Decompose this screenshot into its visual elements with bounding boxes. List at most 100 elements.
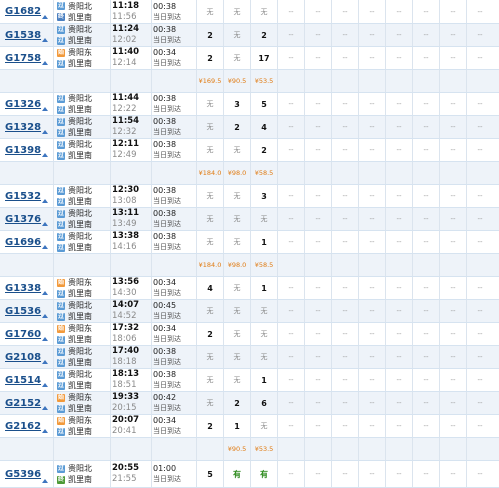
seat-availability[interactable]: 无	[224, 369, 250, 391]
seat-availability[interactable]: 无	[197, 116, 223, 138]
pass-station-icon: 过	[57, 117, 65, 126]
train-number-link[interactable]: G1760	[5, 329, 41, 340]
expand-stops-icon[interactable]	[42, 61, 48, 65]
seat-availability[interactable]: 无	[251, 208, 277, 230]
seat-availability[interactable]: 2	[224, 392, 250, 414]
seat-availability[interactable]: 1	[224, 415, 250, 437]
train-number-link[interactable]: G1328	[5, 122, 41, 133]
seat-availability[interactable]: 无	[197, 93, 223, 115]
expand-stops-icon[interactable]	[42, 314, 48, 318]
seat-availability[interactable]: 无	[224, 346, 250, 368]
seat-availability[interactable]: 2	[197, 415, 223, 437]
seat-availability[interactable]: 2	[197, 323, 223, 345]
seat-unavailable: --	[396, 54, 402, 62]
seat-unavailable: --	[315, 54, 321, 62]
seat-availability[interactable]: 无	[197, 139, 223, 161]
train-row: G1532 过贵阳北过凯里南 12:30 13:08 00:38 当日到达无无 3 -- -- -…	[0, 185, 499, 208]
expand-stops-icon[interactable]	[42, 130, 48, 134]
to-station-name: 凯里南	[68, 12, 92, 22]
train-number-link[interactable]: G2162	[5, 421, 41, 432]
expand-stops-icon[interactable]	[42, 291, 48, 295]
expand-stops-icon[interactable]	[42, 406, 48, 410]
train-number-link[interactable]: G1536	[5, 306, 41, 317]
seat-availability[interactable]: 2	[224, 116, 250, 138]
train-number-link[interactable]: G1326	[5, 99, 41, 110]
seat-availability[interactable]: 无	[197, 346, 223, 368]
seat-availability[interactable]: 3	[224, 93, 250, 115]
seat-availability[interactable]: 无	[224, 0, 250, 23]
train-number-link[interactable]: G2152	[5, 398, 41, 409]
column-divider	[412, 254, 413, 276]
train-number-link[interactable]: G1338	[5, 283, 41, 294]
train-number-link[interactable]: G2108	[5, 352, 41, 363]
seat-availability[interactable]: 1	[251, 277, 277, 299]
expand-stops-icon[interactable]	[42, 153, 48, 157]
train-number-link[interactable]: G1696	[5, 237, 41, 248]
seat-availability[interactable]: 4	[251, 116, 277, 138]
seat-availability[interactable]: 5	[251, 93, 277, 115]
seat-availability[interactable]: 无	[197, 300, 223, 322]
expand-stops-icon[interactable]	[42, 337, 48, 341]
seat-availability[interactable]: 有	[224, 461, 250, 487]
seat-availability[interactable]: 无	[197, 185, 223, 207]
seat-availability[interactable]: 无	[251, 0, 277, 23]
seat-availability[interactable]: 1	[251, 231, 277, 253]
seat-availability[interactable]: 4	[197, 277, 223, 299]
train-number-link[interactable]: G1376	[5, 214, 41, 225]
seat-availability[interactable]: 有	[251, 461, 277, 487]
seat-availability[interactable]: 2	[251, 24, 277, 46]
seat-availability[interactable]: 无	[224, 277, 250, 299]
seat-availability[interactable]: 无	[224, 185, 250, 207]
seat-availability[interactable]: 无	[224, 300, 250, 322]
seat-availability[interactable]: 无	[197, 369, 223, 391]
seat-availability[interactable]: 无	[251, 346, 277, 368]
train-number-link[interactable]: G1532	[5, 191, 41, 202]
seat-availability[interactable]: 无	[224, 47, 250, 69]
seat-availability[interactable]: 无	[251, 323, 277, 345]
departure-time: 17:40	[112, 346, 140, 356]
seat-availability[interactable]: 无	[197, 0, 223, 23]
price-row: ¥169.5 ¥90.5 ¥53.5	[0, 70, 499, 93]
seat-availability[interactable]: 无	[224, 24, 250, 46]
seat-availability[interactable]: 5	[197, 461, 223, 487]
seat-availability[interactable]: 2	[197, 24, 223, 46]
seat-availability[interactable]: 无	[251, 415, 277, 437]
seat-availability[interactable]: 无	[224, 139, 250, 161]
expand-stops-icon[interactable]	[42, 15, 48, 19]
expand-stops-icon[interactable]	[42, 360, 48, 364]
seat-availability[interactable]: 无	[224, 208, 250, 230]
seat-availability[interactable]: 1	[251, 369, 277, 391]
train-number-link[interactable]: G5396	[5, 469, 41, 480]
seat-availability[interactable]: 无	[224, 231, 250, 253]
seat-unavailable: --	[396, 192, 402, 200]
train-number-link[interactable]: G1682	[5, 6, 41, 17]
column-divider	[53, 438, 54, 460]
seat-availability[interactable]: 2	[251, 139, 277, 161]
column-divider	[53, 93, 54, 115]
seat-availability[interactable]: 17	[251, 47, 277, 69]
expand-stops-icon[interactable]	[42, 429, 48, 433]
seat-availability[interactable]: 无	[224, 323, 250, 345]
expand-stops-icon[interactable]	[42, 383, 48, 387]
train-number-link[interactable]: G1758	[5, 53, 41, 64]
expand-stops-icon[interactable]	[42, 199, 48, 203]
seat-availability[interactable]: 无	[197, 208, 223, 230]
train-number-link[interactable]: G1538	[5, 30, 41, 41]
expand-stops-icon[interactable]	[42, 38, 48, 42]
train-number-link[interactable]: G1514	[5, 375, 41, 386]
seat-availability[interactable]: 6	[251, 392, 277, 414]
column-divider	[110, 438, 111, 460]
seat-availability[interactable]: 无	[197, 392, 223, 414]
expand-stops-icon[interactable]	[42, 222, 48, 226]
duration: 00:45	[153, 301, 177, 310]
from-station-name: 贵阳东	[68, 278, 92, 287]
seat-availability[interactable]: 2	[197, 47, 223, 69]
train-number-link[interactable]: G1398	[5, 145, 41, 156]
seat-availability[interactable]: 无	[197, 231, 223, 253]
column-divider	[304, 438, 305, 460]
seat-unavailable: --	[342, 353, 348, 361]
seat-availability[interactable]: 无	[251, 300, 277, 322]
seat-availability[interactable]: 3	[251, 185, 277, 207]
expand-stops-icon[interactable]	[42, 245, 48, 249]
expand-stops-icon[interactable]	[42, 107, 48, 111]
